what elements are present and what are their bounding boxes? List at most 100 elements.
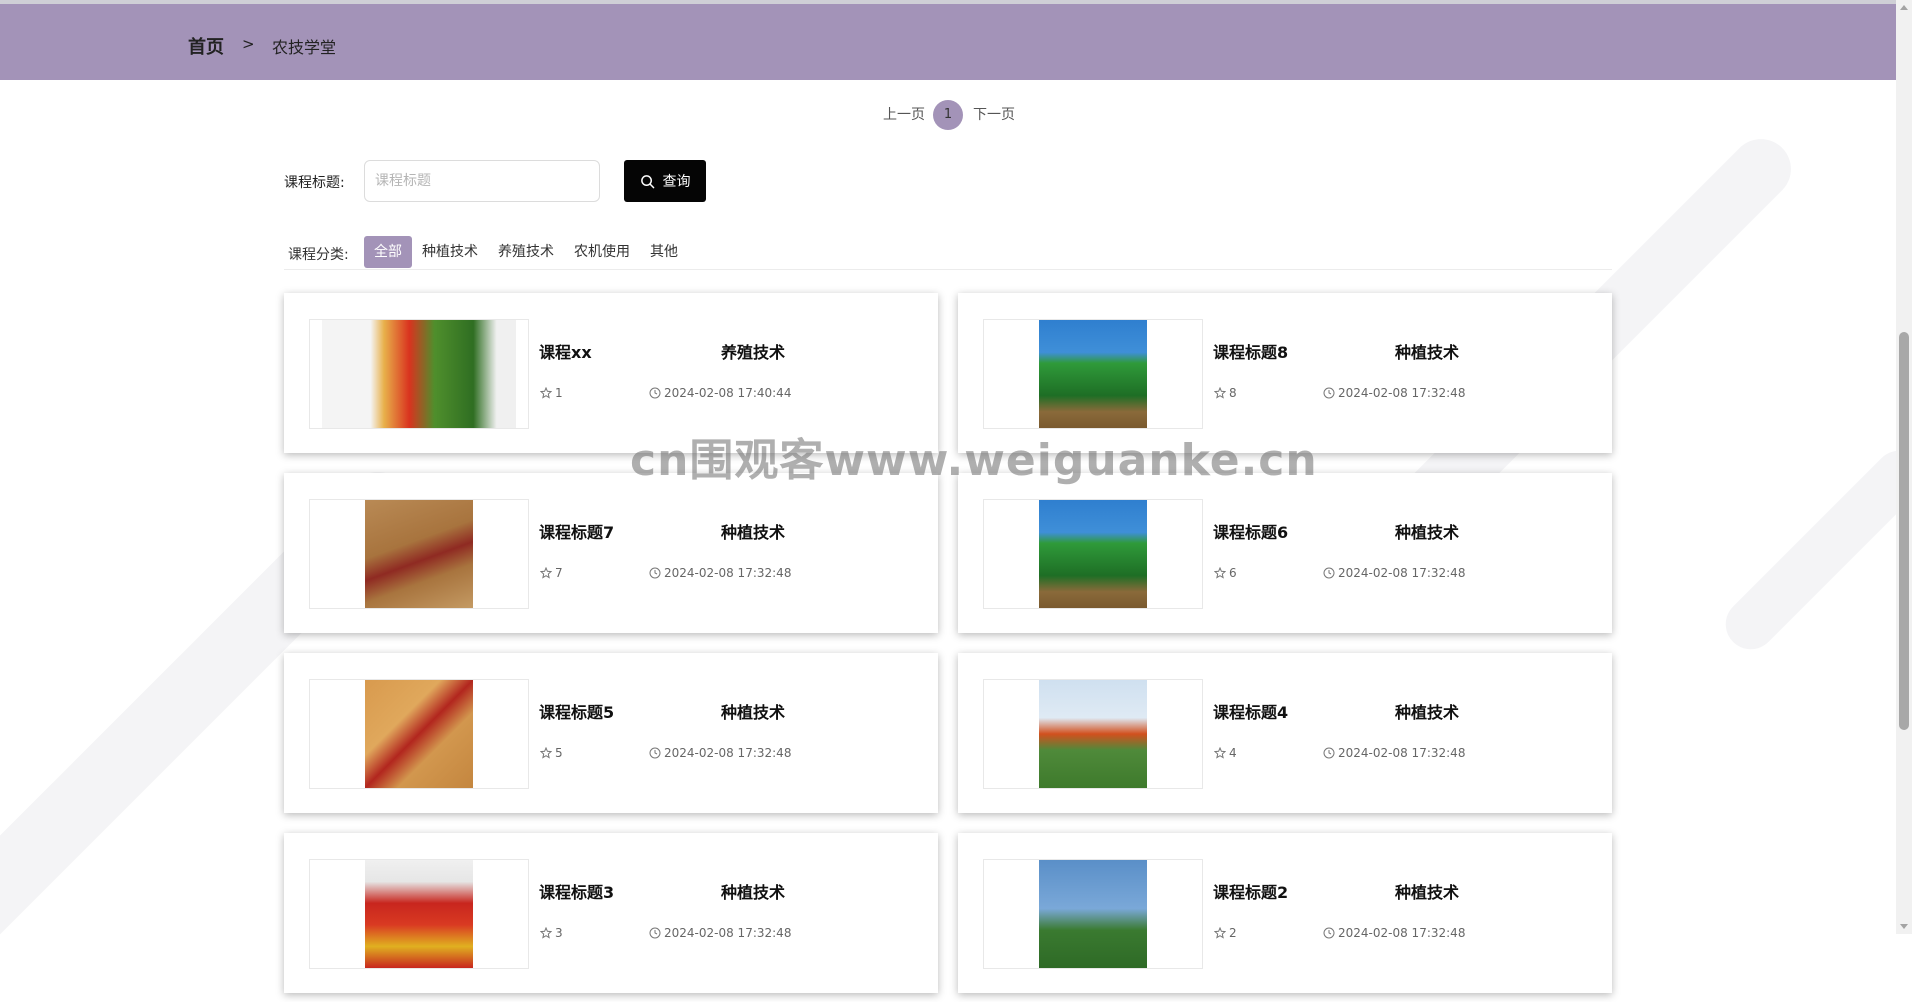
course-category: 种植技术 (721, 523, 786, 542)
search-button-label: 查询 (662, 174, 691, 190)
course-category: 种植技术 (721, 703, 786, 722)
category-filter: 课程分类: 全部 种植技术 养殖技术 农机使用 其他 (284, 236, 1612, 270)
course-timestamp: 2024-02-08 17:32:48 (1338, 386, 1466, 400)
category-label: 课程分类: (288, 247, 349, 263)
course-category: 种植技术 (1395, 523, 1460, 542)
search-button[interactable]: 查询 (624, 160, 706, 202)
favorites-count: 8 (1229, 386, 1237, 400)
course-favorites: 8 (1214, 386, 1237, 400)
harvester-image (365, 500, 473, 608)
category-breeding[interactable]: 养殖技术 (488, 236, 564, 268)
course-thumbnail[interactable] (309, 319, 529, 429)
star-icon (1214, 747, 1226, 759)
course-title[interactable]: 课程标题6 (1213, 519, 1288, 543)
category-all[interactable]: 全部 (364, 236, 412, 268)
course-thumbnail[interactable] (983, 859, 1203, 969)
course-thumbnail[interactable] (309, 859, 529, 969)
course-time: 2024-02-08 17:32:48 (1323, 566, 1465, 580)
course-timestamp: 2024-02-08 17:32:48 (1338, 566, 1466, 580)
search-input[interactable] (364, 160, 600, 202)
category-machinery[interactable]: 农机使用 (564, 236, 640, 268)
course-time: 2024-02-08 17:32:48 (1323, 746, 1465, 760)
pagination: 上一页 1 下一页 (0, 100, 1896, 130)
star-icon (540, 387, 552, 399)
prev-page-button[interactable]: 上一页 (883, 104, 925, 124)
clock-icon (1323, 387, 1335, 399)
course-category: 种植技术 (1395, 703, 1460, 722)
scroll-down-arrow[interactable] (1900, 924, 1908, 929)
course-favorites: 5 (540, 746, 563, 760)
course-timestamp: 2024-02-08 17:32:48 (1338, 746, 1466, 760)
course-card[interactable]: 课程标题7 种植技术 7 2024-02-08 17:32:48 (284, 473, 938, 633)
favorites-count: 2 (1229, 926, 1237, 940)
background-stripe (1715, 440, 1912, 660)
course-favorites: 2 (1214, 926, 1237, 940)
favorites-count: 7 (555, 566, 563, 580)
favorites-count: 5 (555, 746, 563, 760)
category-other[interactable]: 其他 (640, 236, 688, 268)
course-title[interactable]: 课程标题4 (1213, 699, 1288, 723)
course-card[interactable]: 课程标题2 种植技术 2 2024-02-08 17:32:48 (958, 833, 1612, 993)
page-number-current[interactable]: 1 (933, 100, 963, 130)
tractor-sky-image (1039, 860, 1147, 968)
breadcrumb-home-link[interactable]: 首页 (188, 33, 224, 59)
course-favorites: 1 (540, 386, 563, 400)
course-timestamp: 2024-02-08 17:32:48 (664, 746, 792, 760)
course-title[interactable]: 课程标题8 (1213, 339, 1288, 363)
course-time: 2024-02-08 17:32:48 (1323, 386, 1465, 400)
course-thumbnail[interactable] (983, 319, 1203, 429)
course-timestamp: 2024-02-08 17:32:48 (1338, 926, 1466, 940)
course-category: 种植技术 (1395, 883, 1460, 902)
course-time: 2024-02-08 17:32:48 (1323, 926, 1465, 940)
scroll-up-arrow[interactable] (1900, 5, 1908, 10)
clock-icon (649, 927, 661, 939)
course-favorites: 6 (1214, 566, 1237, 580)
category-planting[interactable]: 种植技术 (412, 236, 488, 268)
course-title[interactable]: 课程标题2 (1213, 879, 1288, 903)
course-title[interactable]: 课程标题7 (539, 519, 614, 543)
next-page-button[interactable]: 下一页 (973, 104, 1015, 124)
course-thumbnail[interactable] (983, 679, 1203, 789)
search-label: 课程标题: (284, 175, 345, 191)
breadcrumb-separator: > (242, 35, 255, 53)
course-favorites: 3 (540, 926, 563, 940)
machine-image (365, 860, 473, 968)
harvester-field-image (365, 680, 473, 788)
star-icon (1214, 927, 1226, 939)
vertical-scrollbar[interactable] (1896, 0, 1912, 934)
course-category: 种植技术 (721, 883, 786, 902)
watermark: cn围观客www.weiguanke.cn (630, 435, 1318, 486)
clock-icon (1323, 927, 1335, 939)
course-title[interactable]: 课程标题3 (539, 879, 614, 903)
favorites-count: 4 (1229, 746, 1237, 760)
tractor-image (1039, 320, 1147, 428)
breadcrumb-current: 农技学堂 (272, 38, 337, 57)
course-timestamp: 2024-02-08 17:32:48 (664, 926, 792, 940)
course-favorites: 4 (1214, 746, 1237, 760)
clock-icon (1323, 747, 1335, 759)
favorites-count: 6 (1229, 566, 1237, 580)
course-category: 养殖技术 (721, 343, 786, 362)
course-thumbnail[interactable] (983, 499, 1203, 609)
clock-icon (649, 567, 661, 579)
breadcrumb-header: 首页 > 农技学堂 (0, 4, 1896, 80)
course-time: 2024-02-08 17:32:48 (649, 926, 791, 940)
course-time: 2024-02-08 17:32:48 (649, 566, 791, 580)
sprayer-image (1039, 680, 1147, 788)
course-card[interactable]: 课程标题6 种植技术 6 2024-02-08 17:32:48 (958, 473, 1612, 633)
course-favorites: 7 (540, 566, 563, 580)
clock-icon (649, 747, 661, 759)
tractor-image (1039, 500, 1147, 608)
course-time: 2024-02-08 17:32:48 (649, 746, 791, 760)
star-icon (1214, 387, 1226, 399)
course-card[interactable]: 课程标题3 种植技术 3 2024-02-08 17:32:48 (284, 833, 938, 993)
course-timestamp: 2024-02-08 17:40:44 (664, 386, 792, 400)
course-thumbnail[interactable] (309, 499, 529, 609)
course-card[interactable]: 课程标题5 种植技术 5 2024-02-08 17:32:48 (284, 653, 938, 813)
course-timestamp: 2024-02-08 17:32:48 (664, 566, 792, 580)
course-thumbnail[interactable] (309, 679, 529, 789)
course-title[interactable]: 课程xx (539, 339, 592, 363)
course-card[interactable]: 课程标题4 种植技术 4 2024-02-08 17:32:48 (958, 653, 1612, 813)
scrollbar-thumb[interactable] (1899, 332, 1909, 730)
course-title[interactable]: 课程标题5 (539, 699, 614, 723)
